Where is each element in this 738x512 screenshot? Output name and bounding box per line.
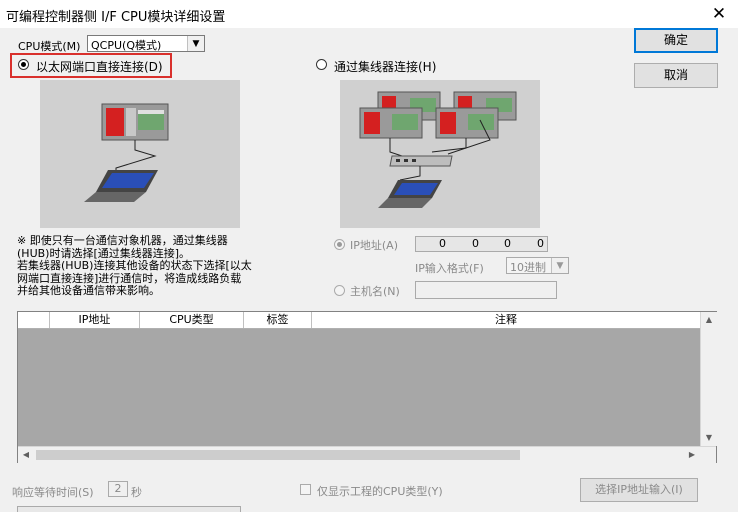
cpu-list-table[interactable]: IP地址 CPU类型 标签 注释 ▲ ▼ ◀ ▶	[17, 311, 717, 463]
ip-format-label: IP输入格式(F)	[415, 262, 484, 275]
vertical-scrollbar[interactable]: ▲ ▼	[700, 312, 717, 446]
column-comment[interactable]: 注释	[312, 312, 700, 328]
cpu-mode-select[interactable]: QCPU(Q模式) ▼	[87, 35, 205, 52]
ip-format-select[interactable]: 10进制 ▼	[506, 257, 569, 274]
table-header: IP地址 CPU类型 标签 注释	[18, 312, 700, 329]
hub-connection-diagram	[340, 80, 540, 228]
horizontal-scrollbar[interactable]: ◀ ▶	[18, 446, 716, 463]
column-cpu-type[interactable]: CPU类型	[140, 312, 244, 328]
dropdown-arrow-icon: ▼	[551, 258, 568, 273]
column-ip-address[interactable]: IP地址	[50, 312, 140, 328]
response-wait-label: 响应等待时间(S)	[12, 486, 94, 499]
ip-octet: 0	[504, 237, 511, 250]
ip-octet: 0	[537, 237, 544, 250]
dropdown-arrow-icon: ▼	[187, 36, 204, 51]
cancel-button[interactable]: 取消	[634, 63, 718, 88]
response-wait-unit: 秒	[131, 486, 142, 499]
close-icon[interactable]: ✕	[708, 3, 730, 25]
plc-rack-icon	[359, 91, 517, 139]
scroll-down-icon[interactable]: ▼	[701, 430, 717, 446]
ip-address-label: IP地址(A)	[350, 239, 398, 252]
bottom-button-edge[interactable]	[17, 506, 241, 512]
only-cpu-type-label: 仅显示工程的CPU类型(Y)	[317, 485, 443, 498]
select-ip-input-button[interactable]: 选择IP地址输入(I)	[580, 478, 698, 502]
table-header-blank	[18, 312, 50, 328]
response-wait-input[interactable]: 2	[108, 481, 128, 497]
direct-connection-radio[interactable]	[18, 59, 29, 70]
cpu-mode-label: CPU模式(M)	[18, 40, 81, 53]
host-name-field[interactable]	[415, 281, 557, 299]
host-name-radio[interactable]	[334, 285, 345, 296]
window-title: 可编程控制器侧 I/F CPU模块详细设置	[6, 10, 226, 25]
only-cpu-type-checkbox[interactable]	[300, 484, 311, 495]
host-name-label: 主机名(N)	[350, 285, 400, 298]
hub-connection-radio[interactable]	[316, 59, 327, 70]
direct-connection-diagram	[40, 80, 240, 228]
ip-octet: 0	[472, 237, 479, 250]
ip-octet: 0	[439, 237, 446, 250]
ok-button[interactable]: 确定	[634, 28, 718, 53]
cpu-mode-value: QCPU(Q模式)	[91, 39, 162, 52]
ip-address-radio[interactable]	[334, 239, 345, 250]
hub-connection-label[interactable]: 通过集线器连接(H)	[334, 58, 436, 75]
scroll-left-icon[interactable]: ◀	[18, 447, 34, 463]
ip-address-field[interactable]: 0 0 0 0	[415, 236, 548, 252]
column-label[interactable]: 标签	[244, 312, 312, 328]
direct-connection-label[interactable]: 以太网端口直接连接(D)	[36, 58, 163, 75]
scroll-up-icon[interactable]: ▲	[701, 312, 717, 328]
scroll-right-icon[interactable]: ▶	[684, 447, 700, 463]
laptop-icon	[84, 170, 158, 202]
laptop-icon	[378, 180, 442, 208]
scroll-thumb[interactable]	[36, 450, 520, 460]
ip-format-value: 10进制	[510, 261, 546, 274]
hub-icon	[389, 155, 453, 167]
connection-note: ※ 即使只有一台通信对象机器，通过集线器 (HUB)时请选择[通过集线器连接]。…	[17, 234, 252, 297]
plc-rack-icon	[101, 103, 169, 141]
